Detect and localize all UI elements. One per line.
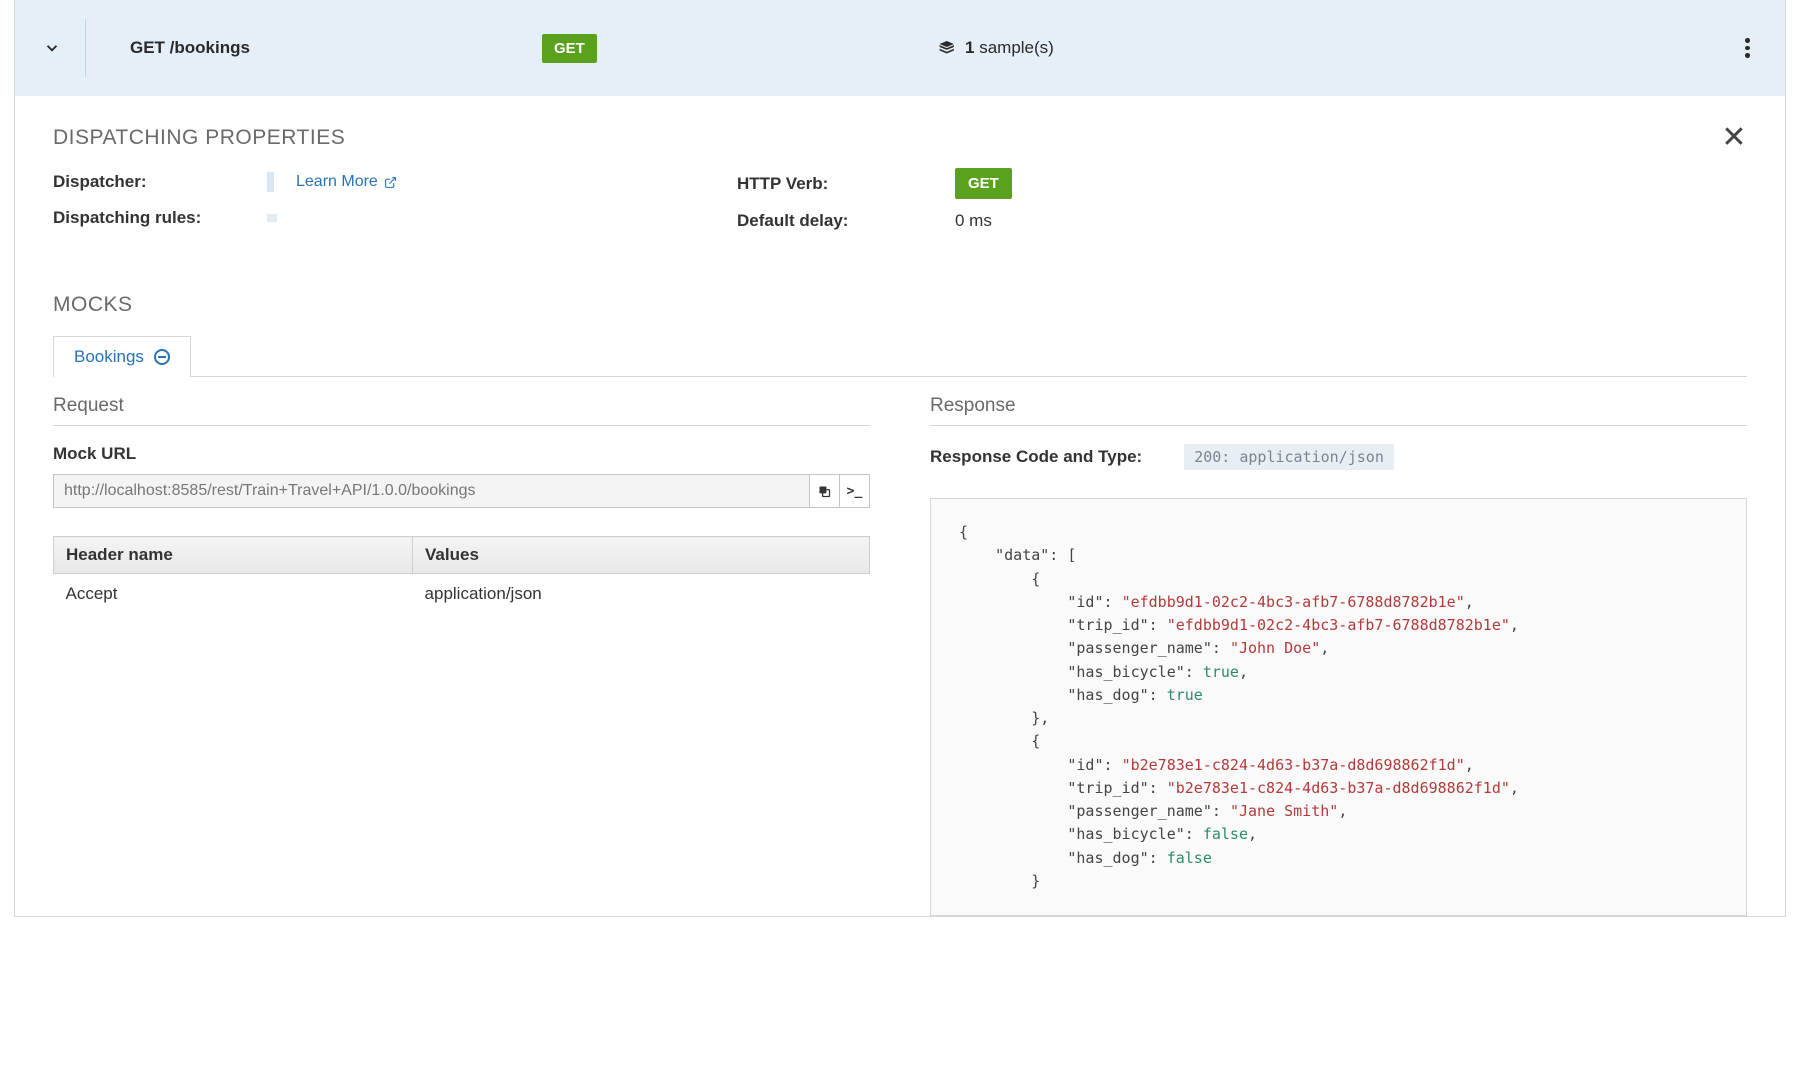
mocks-section-title: MOCKS (53, 293, 1747, 317)
sample-suffix: sample(s) (979, 38, 1054, 57)
vertical-divider (85, 19, 86, 77)
mock-url-label: Mock URL (53, 444, 870, 464)
collapse-chevron-icon[interactable] (43, 39, 61, 57)
dispatcher-value (267, 172, 274, 192)
stack-icon (939, 41, 957, 55)
external-link-icon (384, 176, 397, 189)
tab-label: Bookings (74, 347, 144, 367)
table-row: Acceptapplication/json (54, 574, 870, 615)
terminal-icon: >_ (847, 484, 863, 499)
header-value-cell: application/json (413, 574, 870, 615)
header-name-cell: Accept (54, 574, 413, 615)
response-body-code: { "data": [ { "id": "efdbb9d1-02c2-4bc3-… (930, 498, 1747, 916)
tab-remove-icon[interactable] (154, 349, 170, 365)
default-delay-label: Default delay: (737, 211, 955, 231)
copy-url-button[interactable] (810, 474, 840, 508)
method-badge: GET (542, 34, 597, 63)
kebab-menu-icon[interactable] (1737, 38, 1757, 58)
default-delay-value: 0 ms (955, 211, 992, 231)
response-code-label: Response Code and Type: (930, 447, 1142, 467)
dispatcher-label: Dispatcher: (53, 172, 267, 192)
tab-bookings[interactable]: Bookings (53, 336, 191, 377)
request-header: Request (53, 395, 870, 426)
close-icon[interactable]: ✕ (1721, 120, 1747, 155)
header-value-col: Values (413, 537, 870, 574)
header-name-col: Header name (54, 537, 413, 574)
sample-count: 1 sample(s) (939, 38, 1054, 58)
rules-label: Dispatching rules: (53, 208, 267, 228)
request-headers-table: Header name Values Acceptapplication/jso… (53, 536, 870, 614)
response-code-value: 200: application/json (1184, 444, 1394, 470)
endpoint-title: GET /bookings (130, 38, 250, 58)
learn-more-link[interactable]: Learn More (296, 173, 397, 191)
run-url-button[interactable]: >_ (840, 474, 870, 508)
mock-url-input[interactable] (53, 474, 810, 508)
response-header: Response (930, 395, 1747, 426)
http-verb-label: HTTP Verb: (737, 174, 955, 194)
dispatch-section-title: DISPATCHING PROPERTIES ✕ (53, 126, 1747, 150)
copy-icon (817, 484, 832, 499)
http-verb-value: GET (955, 168, 1012, 199)
rules-value (267, 214, 277, 222)
sample-count-number: 1 (965, 38, 974, 57)
